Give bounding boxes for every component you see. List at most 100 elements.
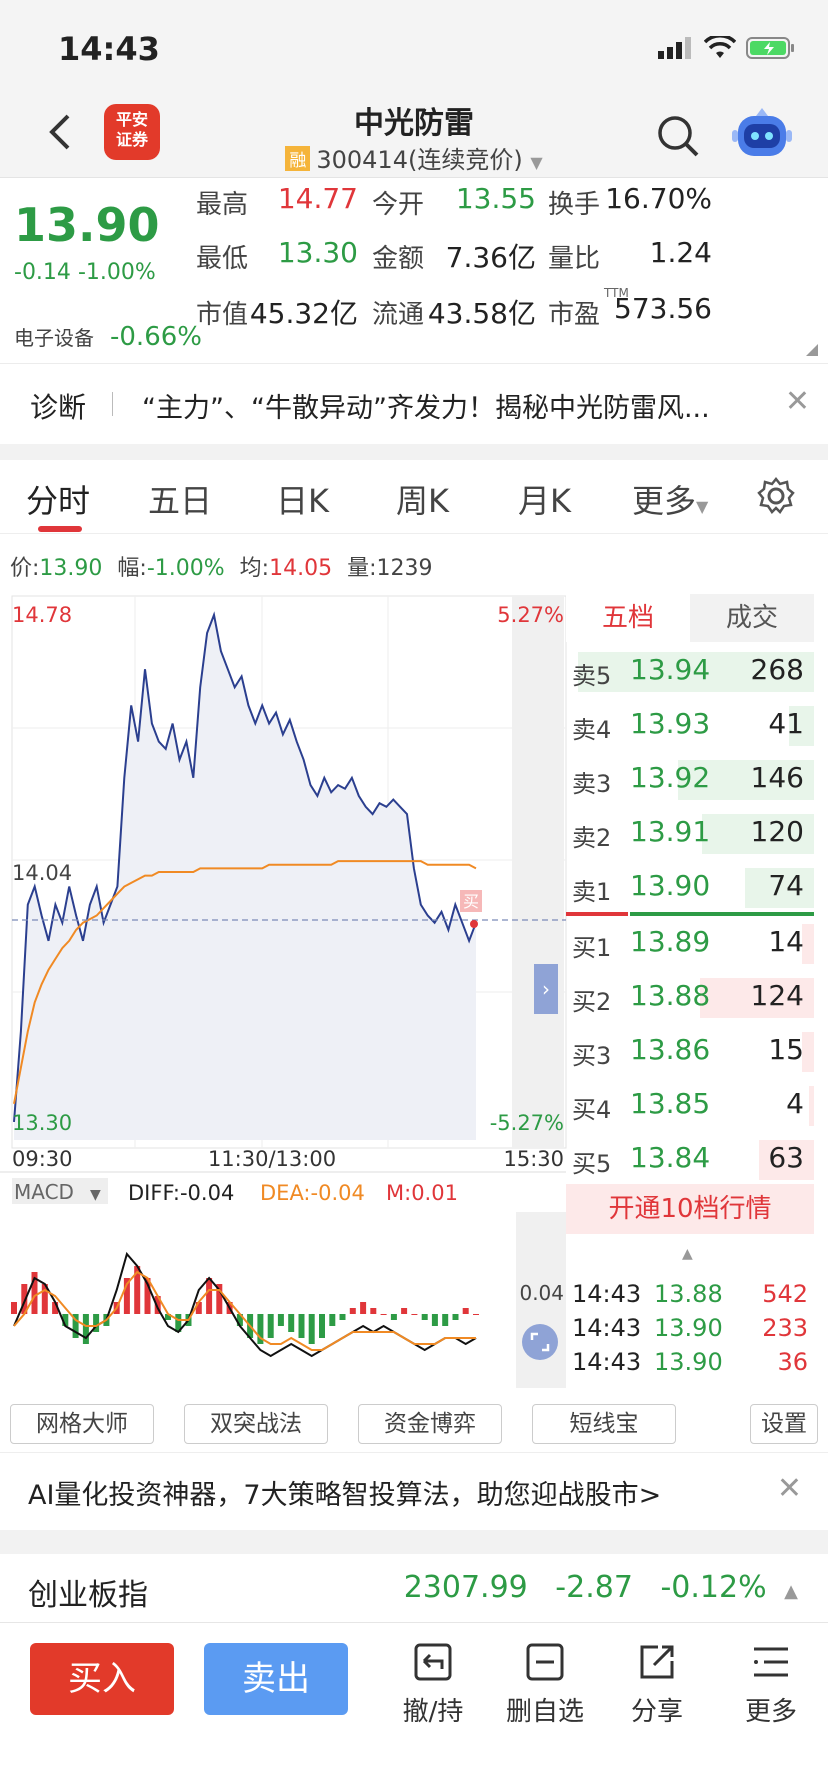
y-low-label: 13.30 [12, 1111, 72, 1135]
x-tick-noon: 11:30/13:00 [208, 1147, 336, 1171]
ask-row[interactable]: 卖2 13.91 120 [566, 810, 814, 858]
quote-field-value: 13.55 [455, 182, 536, 215]
share-button[interactable]: 分享 [612, 1641, 702, 1728]
ask-bid-divider-green [630, 912, 814, 916]
level-price: 13.91 [630, 815, 711, 848]
remove-watchlist-icon [526, 1643, 564, 1681]
level-label: 买3 [572, 1042, 612, 1070]
trade-price: 13.88 [654, 1280, 723, 1308]
stock-name: 中光防雷 [354, 106, 474, 141]
ai-ad-banner[interactable]: AI量化投资神器，7大策略智投算法，助您迎战股市> ✕ [0, 1452, 828, 1528]
tool-capital-game[interactable]: 资金博弈 [358, 1404, 502, 1444]
level-volume: 146 [750, 761, 804, 794]
close-icon[interactable]: ✕ [777, 1471, 802, 1506]
tab-monthly-k[interactable]: 月K [518, 476, 571, 522]
chevron-right-icon: › [542, 977, 550, 1001]
signal-icon [658, 37, 691, 59]
diagnosis-banner[interactable]: 诊断 “主力”、“牛散异动”齐发力！揭秘中光防雷风... ✕ [0, 364, 828, 444]
stock-code-line[interactable]: 融 300414(连续竞价) ▼ [0, 140, 828, 175]
macd-bar [401, 1308, 408, 1314]
trade-volume: 542 [762, 1280, 808, 1308]
trade-volume: 36 [777, 1348, 808, 1376]
level-volume: 15 [768, 1033, 804, 1066]
remove-watchlist-label: 删自选 [505, 1697, 584, 1727]
close-icon[interactable]: ✕ [785, 384, 810, 419]
cancel-hold-icon [414, 1643, 452, 1681]
intraday-chart[interactable]: 14.78 14.04 13.30 5.27% -5.27% 09:30 11:… [0, 590, 570, 1390]
trade-price: 13.90 [654, 1348, 723, 1376]
macd-diff: DIFF:-0.04 [128, 1181, 234, 1205]
tool-double-breakout[interactable]: 双突战法 [184, 1404, 328, 1444]
level-label: 卖1 [572, 878, 612, 906]
volume-bar [809, 1086, 814, 1126]
tool-settings[interactable]: 设置 [750, 1404, 818, 1444]
tab-more[interactable]: 更多▼ [632, 476, 708, 522]
remove-watchlist-button[interactable]: 删自选 [500, 1641, 590, 1728]
quote-field-label: 换手 [548, 190, 601, 220]
tab-daily-k[interactable]: 日K [276, 476, 329, 522]
macd-bar [329, 1314, 336, 1326]
level-label: 买2 [572, 988, 612, 1016]
macd-bar [370, 1308, 377, 1314]
tab-intraday[interactable]: 分时 [26, 476, 90, 522]
sector-info[interactable]: 电子设备 -0.66% [14, 322, 202, 352]
trade-time: 14:43 [572, 1280, 642, 1308]
book-tabs: 五档 成交 [566, 594, 814, 642]
level-label: 买5 [572, 1150, 612, 1178]
bid-row[interactable]: 买5 13.84 63 [566, 1136, 814, 1184]
bid-row[interactable]: 买2 13.88 124 [566, 974, 814, 1022]
info-amp: -1.00% [146, 556, 225, 581]
quote-field-label: 最高 [196, 190, 249, 220]
level-label: 卖4 [572, 716, 612, 744]
cancel-hold-button[interactable]: 撤/持 [388, 1641, 478, 1728]
tab-weekly-k[interactable]: 周K [396, 476, 449, 522]
quote-field-value: 7.36亿 [445, 241, 536, 274]
price-label: 价: [10, 556, 40, 581]
avg-label: 均: [239, 556, 270, 581]
ask-row[interactable]: 卖4 13.93 41 [566, 702, 814, 750]
change-value: -0.14 [14, 260, 71, 285]
pct-low-label: -5.27% [490, 1111, 564, 1135]
status-bar: 14:43 [0, 0, 828, 98]
bid-row[interactable]: 买3 13.86 15 [566, 1028, 814, 1076]
x-tick-close: 15:30 [503, 1147, 564, 1171]
trade-volume: 233 [762, 1314, 808, 1342]
open-10-level-button[interactable]: 开通10档行情 [566, 1184, 814, 1234]
bid-row[interactable]: 买4 13.85 4 [566, 1082, 814, 1130]
macd-bar [206, 1278, 213, 1314]
ask-row[interactable]: 卖3 13.92 146 [566, 756, 814, 804]
index-name: 创业板指 [28, 1578, 148, 1613]
ask-row[interactable]: 卖1 13.90 74 [566, 864, 814, 912]
tool-short-term[interactable]: 短线宝 [532, 1404, 676, 1444]
caret-up-icon: ▲ [682, 1246, 693, 1262]
more-button[interactable]: 更多 [726, 1641, 816, 1728]
tool-grid-master[interactable]: 网格大师 [10, 1404, 154, 1444]
search-icon[interactable] [656, 114, 700, 158]
fullscreen-button[interactable] [522, 1324, 558, 1360]
sell-button[interactable]: 卖出 [204, 1643, 348, 1715]
gear-icon[interactable] [756, 476, 796, 516]
macd-dea: DEA:-0.04 [260, 1181, 365, 1205]
trade-row: 14:43 13.90 36 [572, 1348, 812, 1382]
level-volume: 63 [768, 1141, 804, 1174]
macd-bar [360, 1302, 367, 1314]
macd-bar [277, 1314, 284, 1326]
robot-assistant-icon[interactable] [732, 106, 792, 162]
caret-down-icon: ▼ [696, 497, 709, 516]
diagnosis-label: 诊断 [30, 391, 87, 424]
last-price: 13.90 [14, 198, 160, 252]
ask-row[interactable]: 卖5 13.94 268 [566, 648, 814, 696]
buy-button[interactable]: 买入 [30, 1643, 174, 1715]
trade-row: 14:43 13.88 542 [572, 1280, 812, 1314]
active-tab-indicator [38, 526, 82, 532]
macd-bar [267, 1314, 274, 1338]
quote-field-label: 市值 [196, 300, 249, 330]
tab-trades[interactable]: 成交 [690, 594, 814, 642]
trade-time: 14:43 [572, 1314, 642, 1342]
tab-five-day[interactable]: 五日 [148, 476, 212, 522]
bid-row[interactable]: 买1 13.89 14 [566, 920, 814, 968]
tab-five-levels[interactable]: 五档 [566, 594, 690, 642]
index-ticker[interactable]: 创业板指 2307.99 -2.87 -0.12% ▲ [0, 1560, 828, 1622]
level-price: 13.88 [630, 979, 711, 1012]
quote-field-label: 最低 [196, 244, 249, 274]
